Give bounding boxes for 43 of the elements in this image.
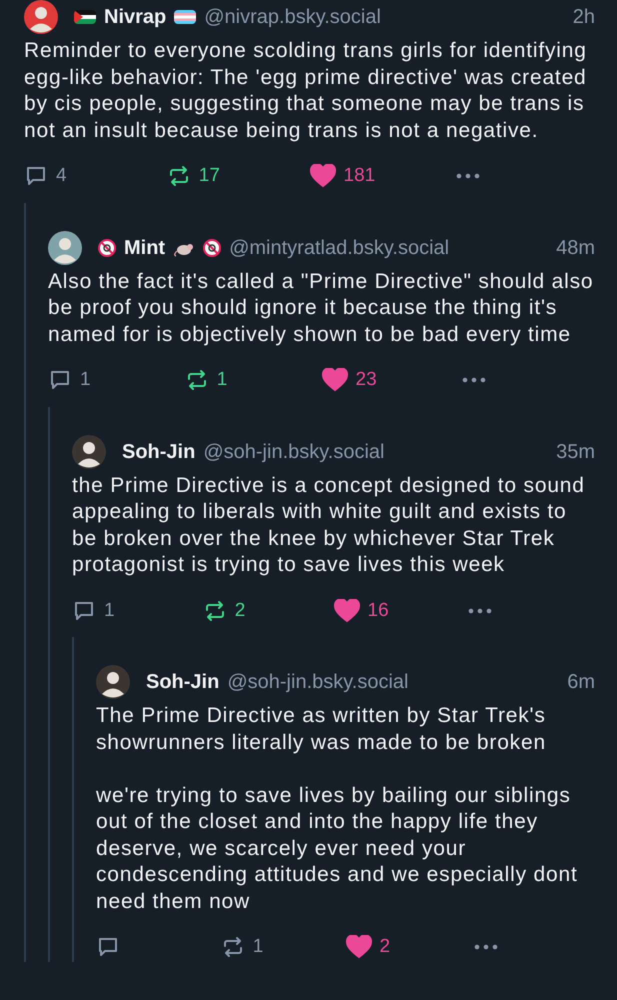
display-name: Soh-Jin bbox=[146, 670, 220, 695]
post-text: the Prime Directive is a concept designed to sound appealing to liberals with white guilt and exists to be broken over the knee by whichever Star Trek protagonist is trying to save lives this week bbox=[72, 472, 586, 578]
heart-icon bbox=[310, 164, 336, 188]
no-minors-icon bbox=[203, 238, 222, 256]
repost-button[interactable]: 1 bbox=[184, 366, 228, 394]
repost-button[interactable]: 17 bbox=[166, 162, 220, 190]
display-name: Mint bbox=[124, 236, 166, 260]
post-time[interactable]: 2h bbox=[572, 2, 595, 32]
avatar bbox=[24, 0, 58, 34]
post-text: Reminder to everyone scolding trans girls for identifying egg-like behavior: The 'egg prime directive' was created by cis people, suggesting that someone may be trans is not an insult because being trans is not a negative. bbox=[24, 38, 588, 144]
post-time[interactable]: 6m bbox=[567, 667, 595, 697]
heart-icon bbox=[322, 368, 348, 392]
more-icon bbox=[468, 608, 492, 614]
like-button[interactable]: 181 bbox=[310, 162, 376, 190]
flag-icon bbox=[174, 10, 196, 24]
heart-icon bbox=[346, 935, 372, 960]
avatar bbox=[72, 434, 106, 468]
post-text: The Prime Directive as written by Star Trek's showrunners literally was made to be broken we're trying to save lives by bailing our siblings out of the closet and into the happy life they deserve, we scarcely ever need your condescending attitudes and we especially dont need them now bbox=[96, 703, 579, 914]
like-button[interactable]: 16 bbox=[334, 596, 389, 625]
user-handle[interactable]: @mintyratlad.bsky.social bbox=[229, 232, 450, 262]
post-text: Also the fact it's called a "Prime Directive" should also be proof you should ignore it because the thing it's named for is objectively shown to be bad every time bbox=[48, 268, 594, 348]
repost-button[interactable]: 1 bbox=[220, 933, 264, 962]
more-icon bbox=[474, 944, 498, 950]
display-name: Soh-Jin bbox=[122, 440, 196, 464]
post-time[interactable]: 48m bbox=[556, 232, 595, 262]
like-button[interactable]: 23 bbox=[322, 366, 377, 394]
no-minors-icon bbox=[98, 238, 116, 256]
reply-button[interactable]: 4 bbox=[24, 162, 67, 190]
like-button[interactable]: 2 bbox=[346, 933, 390, 962]
avatar bbox=[48, 230, 82, 264]
user-handle[interactable]: @soh-jin.bsky.social bbox=[203, 436, 384, 466]
more-icon bbox=[462, 377, 486, 384]
user-handle[interactable]: @soh-jin.bsky.social bbox=[227, 667, 408, 697]
repost-button[interactable]: 2 bbox=[202, 596, 246, 625]
display-name: Nivrap bbox=[104, 5, 166, 30]
flag-icon bbox=[74, 10, 96, 24]
reply-button[interactable]: 1 bbox=[48, 366, 91, 394]
user-handle[interactable]: @nivrap.bsky.social bbox=[204, 2, 381, 32]
post-time[interactable]: 35m bbox=[556, 436, 595, 466]
avatar bbox=[96, 665, 130, 699]
reply-button[interactable]: 1 bbox=[72, 596, 115, 625]
more-icon bbox=[456, 173, 480, 180]
heart-icon bbox=[334, 598, 360, 623]
